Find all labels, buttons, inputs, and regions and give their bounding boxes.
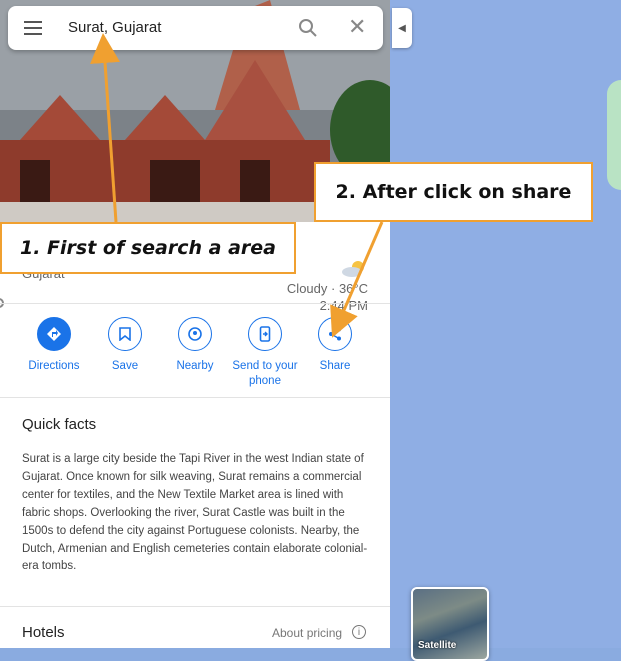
annotation-step2: 2. After click on share: [314, 162, 593, 222]
side-panel: Surat, Gujarat ✕ Gujarat Cloudy · 36°C 2…: [0, 0, 390, 648]
weather-text: Cloudy · 36°C: [286, 281, 368, 296]
phone-icon: [248, 317, 282, 351]
search-icon[interactable]: [298, 18, 318, 38]
collapse-panel-button[interactable]: ◀: [392, 8, 412, 48]
hotels-title: Hotels: [22, 624, 65, 641]
map-land: [607, 80, 621, 190]
satellite-label: Satellite: [418, 640, 457, 651]
share-button[interactable]: Share: [300, 317, 370, 374]
menu-icon[interactable]: [24, 21, 42, 35]
divider: [0, 303, 390, 304]
directions-button[interactable]: Directions: [19, 317, 89, 374]
satellite-toggle[interactable]: Satellite: [411, 587, 489, 661]
quick-facts-title: Quick facts: [22, 416, 97, 433]
map-area[interactable]: [390, 0, 621, 648]
divider: [0, 397, 390, 398]
close-icon[interactable]: ✕: [348, 16, 366, 38]
quick-facts-text: Surat is a large city beside the Tapi Ri…: [22, 453, 368, 573]
share-label: Share: [319, 360, 351, 372]
directions-icon: [37, 317, 71, 351]
action-buttons: Directions Save Nearby Send to your phon…: [18, 317, 378, 397]
directions-label: Directions: [28, 360, 80, 372]
local-time: 2:44 PM: [319, 298, 368, 313]
share-icon: [318, 317, 352, 351]
annotation-step1: 1. First of search a area: [0, 222, 296, 274]
chevron-left-icon: ◀: [398, 22, 406, 34]
weather-info: Cloudy · 36°C 2:44 PM: [287, 258, 368, 314]
nearby-button[interactable]: Nearby: [160, 317, 230, 374]
nearby-icon: [178, 317, 212, 351]
send-to-phone-button[interactable]: Send to your phone: [230, 317, 300, 389]
search-box[interactable]: Surat, Gujarat ✕: [8, 6, 383, 50]
bookmark-icon: [108, 317, 142, 351]
divider: [0, 606, 390, 607]
nearby-label: Nearby: [176, 360, 214, 372]
save-label: Save: [111, 360, 139, 372]
save-button[interactable]: Save: [90, 317, 160, 374]
search-input[interactable]: Surat, Gujarat: [68, 19, 161, 36]
send-to-phone-label: Send to your phone: [232, 360, 298, 387]
info-icon[interactable]: i: [352, 625, 366, 639]
about-pricing-link[interactable]: About pricing: [272, 626, 342, 640]
weather-cloud-icon: [342, 261, 364, 277]
